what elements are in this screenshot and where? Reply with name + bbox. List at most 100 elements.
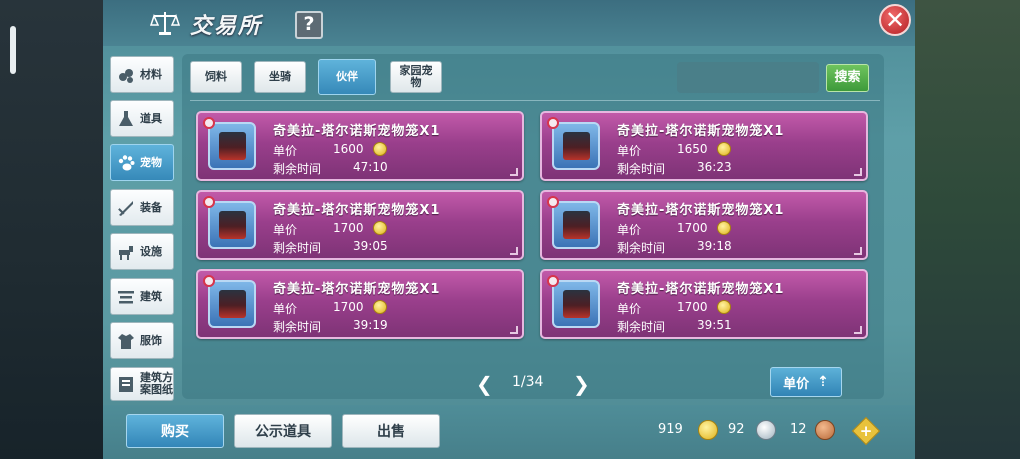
sidebar-item-equipment[interactable]: 装备 — [110, 189, 174, 226]
tab-feed[interactable]: 饲料 — [190, 61, 242, 93]
gold-coin-icon — [373, 221, 387, 235]
next-page-button[interactable]: ❯ — [573, 372, 590, 396]
plus-icon: + — [859, 422, 873, 440]
background-right — [915, 0, 1020, 459]
price-label: 单价 — [617, 144, 642, 158]
sidebar-item-label: 建筑方案图纸 — [140, 371, 173, 396]
tab-home-pets[interactable]: 家园宠物 — [390, 61, 442, 93]
sort-by-price-button[interactable]: 单价 ⇡ — [770, 367, 842, 397]
search-button[interactable]: 搜索 — [826, 64, 869, 92]
listing-card[interactable]: 奇美拉-塔尔诺斯宠物笼X1 单价 1600 剩余时间 47:10 — [196, 111, 524, 181]
time-remaining: 39:51 — [697, 318, 732, 332]
blueprint-icon — [119, 377, 133, 392]
tag-badge-icon — [203, 117, 215, 129]
sidebar-item-label: 设施 — [140, 244, 162, 258]
corner-icon — [854, 168, 862, 176]
listing-card[interactable]: 奇美拉-塔尔诺斯宠物笼X1 单价 1650 剩余时间 36:23 — [540, 111, 868, 181]
time-remaining: 36:23 — [697, 160, 732, 174]
price-value: 1700 — [677, 221, 708, 235]
gold-coin-icon — [373, 300, 387, 314]
tab-divider — [190, 100, 880, 101]
building-icon — [118, 290, 134, 303]
price-label: 单价 — [617, 302, 642, 316]
bronze-coin-icon — [815, 420, 835, 440]
corner-icon — [854, 326, 862, 334]
sidebar-item-pets[interactable]: 宠物 — [110, 144, 174, 181]
sidebar-item-label: 宠物 — [140, 155, 162, 169]
sidebar-item-items[interactable]: 道具 — [110, 100, 174, 137]
sidebar-item-clothing[interactable]: 服饰 — [110, 322, 174, 359]
sort-arrow-icon: ⇡ — [817, 374, 829, 390]
search-input[interactable] — [677, 62, 819, 93]
sort-label: 单价 — [783, 376, 810, 392]
listing-card[interactable]: 奇美拉-塔尔诺斯宠物笼X1 单价 1700 剩余时间 39:18 — [540, 190, 868, 260]
pet-cage-icon — [208, 280, 256, 328]
price-label: 单价 — [273, 144, 298, 158]
time-remaining: 39:19 — [353, 318, 388, 332]
side-handle[interactable] — [10, 26, 16, 74]
prev-page-button[interactable]: ❮ — [476, 372, 493, 396]
sidebar-item-label: 道具 — [140, 111, 162, 125]
gold-amount: 919 — [658, 422, 683, 437]
pet-cage-icon — [552, 280, 600, 328]
gold-coin-icon — [717, 300, 731, 314]
sidebar-item-blueprints[interactable]: 建筑方案图纸 — [110, 367, 174, 401]
time-label: 剩余时间 — [273, 320, 322, 334]
tag-badge-icon — [203, 196, 215, 208]
price-label: 单价 — [617, 223, 642, 237]
corner-icon — [510, 326, 518, 334]
gold-coin-icon — [698, 420, 718, 440]
time-label: 剩余时间 — [617, 162, 666, 176]
close-button[interactable]: ✕ — [879, 4, 911, 36]
clothing-icon — [118, 333, 134, 349]
listing-card[interactable]: 奇美拉-塔尔诺斯宠物笼X1 单价 1700 剩余时间 39:05 — [196, 190, 524, 260]
horse-icon — [119, 245, 133, 260]
time-label: 剩余时间 — [617, 241, 666, 255]
sidebar-item-label: 材料 — [140, 67, 162, 81]
sword-icon — [118, 200, 133, 216]
help-button[interactable]: ? — [295, 11, 323, 39]
time-label: 剩余时间 — [273, 162, 322, 176]
silver-amount: 92 — [728, 422, 745, 437]
listing-card[interactable]: 奇美拉-塔尔诺斯宠物笼X1 单价 1700 剩余时间 39:19 — [196, 269, 524, 339]
price-value: 1700 — [333, 221, 364, 235]
page-title: 交易所 — [190, 14, 263, 39]
price-value: 1700 — [677, 300, 708, 314]
listing-name: 奇美拉-塔尔诺斯宠物笼X1 — [273, 282, 441, 297]
tab-companions[interactable]: 伙伴 — [318, 59, 376, 95]
listing-name: 奇美拉-塔尔诺斯宠物笼X1 — [273, 124, 441, 139]
sidebar-item-label: 装备 — [140, 200, 162, 214]
time-remaining: 47:10 — [353, 160, 388, 174]
pet-cage-icon — [552, 201, 600, 249]
pet-cage-icon — [552, 122, 600, 170]
listing-name: 奇美拉-塔尔诺斯宠物笼X1 — [273, 203, 441, 218]
listing-card[interactable]: 奇美拉-塔尔诺斯宠物笼X1 单价 1700 剩余时间 39:51 — [540, 269, 868, 339]
pet-cage-icon — [208, 201, 256, 249]
buy-button[interactable]: 购买 — [126, 414, 224, 448]
flask-icon — [119, 110, 133, 126]
corner-icon — [510, 168, 518, 176]
price-label: 单价 — [273, 223, 298, 237]
corner-icon — [510, 247, 518, 255]
public-items-button[interactable]: 公示道具 — [234, 414, 332, 448]
gold-coin-icon — [373, 142, 387, 156]
gold-coin-icon — [717, 221, 731, 235]
tag-badge-icon — [547, 275, 559, 287]
sidebar-item-label: 建筑 — [140, 289, 162, 303]
price-value: 1700 — [333, 300, 364, 314]
time-remaining: 39:18 — [697, 239, 732, 253]
bronze-amount: 12 — [790, 422, 807, 437]
pet-cage-icon — [208, 122, 256, 170]
sidebar-item-facilities[interactable]: 设施 — [110, 233, 174, 270]
listing-name: 奇美拉-塔尔诺斯宠物笼X1 — [617, 203, 785, 218]
corner-icon — [854, 247, 862, 255]
time-remaining: 39:05 — [353, 239, 388, 253]
sidebar-item-buildings[interactable]: 建筑 — [110, 278, 174, 315]
sell-button[interactable]: 出售 — [342, 414, 440, 448]
gold-coin-icon — [717, 142, 731, 156]
time-label: 剩余时间 — [617, 320, 666, 334]
tab-mounts[interactable]: 坐骑 — [254, 61, 306, 93]
scale-icon — [150, 12, 180, 35]
sidebar-item-materials[interactable]: 材料 — [110, 56, 174, 93]
tag-badge-icon — [547, 117, 559, 129]
